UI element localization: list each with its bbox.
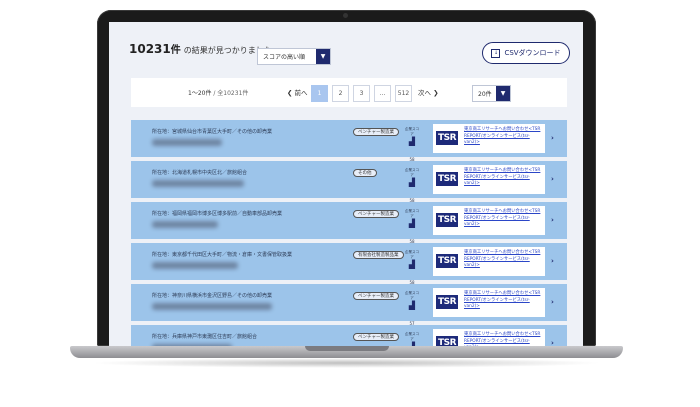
- result-count-number: 10231: [129, 42, 171, 56]
- bar-chart-icon: ▟: [408, 219, 416, 228]
- page-button-last[interactable]: 512: [395, 85, 412, 102]
- score-box: 企業スコア ▟ 58: [404, 127, 420, 165]
- chevron-right-icon[interactable]: ›: [551, 298, 554, 306]
- score-box: 企業スコア ▟ 57: [404, 291, 420, 329]
- next-page-label: 次へ: [418, 89, 431, 97]
- bar-chart-icon: ▟: [408, 260, 416, 269]
- result-row[interactable]: 所在地：宮城県仙台市青葉区大手町／その他の卸売業 ベンチャー製造業 企業スコア …: [131, 120, 567, 162]
- company-address: 所在地：神奈川県横浜市金沢区野島／その他の卸売業: [152, 293, 273, 299]
- score-box: 企業スコア ▟ 58: [404, 168, 420, 206]
- category-badge: ベンチャー製造業: [353, 292, 399, 300]
- laptop-base: [70, 346, 623, 358]
- result-row[interactable]: 所在地：神奈川県横浜市金沢区野島／その他の卸売業 ベンチャー製造業 企業スコア …: [131, 284, 567, 326]
- tsr-link[interactable]: 東京商工リサーチへお問い合わせ<TSR REPORT/オンラインサービス(tsr…: [464, 291, 544, 311]
- category-badge: 有限会社製造製品業: [353, 251, 404, 259]
- bar-chart-icon: ▟: [408, 301, 416, 310]
- range-label: 1〜20件: [188, 90, 212, 97]
- page-ellipsis: …: [374, 85, 391, 102]
- laptop-screen: 10231件 の結果が見つかりました。 スコアの高い順 ▼ ↓ CSVダウンロード…: [109, 22, 583, 346]
- score-box: 企業スコア ▟ 58: [404, 209, 420, 247]
- chevron-right-icon[interactable]: ›: [551, 339, 554, 346]
- page-button-1[interactable]: 1: [311, 85, 328, 102]
- company-address: 所在地：宮城県仙台市青葉区大手町／その他の卸売業: [152, 129, 273, 135]
- chevron-right-icon[interactable]: ›: [551, 175, 554, 183]
- per-page-select[interactable]: 20件 ▼: [472, 85, 511, 102]
- company-address: 所在地：兵庫県神戸市東灘区住吉町／旅館組合: [152, 334, 258, 340]
- category-badge: その他: [353, 169, 377, 177]
- csv-download-label: CSVダウンロード: [504, 49, 561, 57]
- chevron-down-icon: ▼: [316, 49, 330, 64]
- chevron-left-icon: ❮: [287, 89, 293, 97]
- csv-download-button[interactable]: ↓ CSVダウンロード: [482, 42, 570, 64]
- next-page-link[interactable]: 次へ ❯: [418, 87, 439, 97]
- result-row[interactable]: 所在地：福岡県福岡市博多区博多駅前／自動車部品卸売業 ベンチャー製造業 企業スコ…: [131, 202, 567, 244]
- chevron-right-icon: ❯: [433, 89, 439, 97]
- result-range: 1〜20件 / 全10231件: [188, 90, 249, 97]
- score-label: 企業スコア: [405, 332, 419, 341]
- tsr-logo: TSR: [436, 131, 458, 145]
- score-label: 企業スコア: [405, 291, 419, 300]
- page-button-2[interactable]: 2: [332, 85, 349, 102]
- tsr-logo: TSR: [436, 254, 458, 268]
- tsr-card[interactable]: TSR 東京商工リサーチへお問い合わせ<TSR REPORT/オンラインサービス…: [433, 124, 545, 153]
- chevron-right-icon[interactable]: ›: [551, 257, 554, 265]
- tsr-logo: TSR: [436, 336, 458, 346]
- tsr-link[interactable]: 東京商工リサーチへお問い合わせ<TSR REPORT/オンラインサービス(tsr…: [464, 209, 544, 229]
- pagination-bar: 1〜20件 / 全10231件 ❮ 前へ 1 2 3 … 512 次へ ❯ 20…: [131, 78, 567, 107]
- score-box: 企業スコア ▟ 57: [404, 332, 420, 346]
- laptop-notch: [305, 346, 389, 351]
- chevron-right-icon[interactable]: ›: [551, 134, 554, 142]
- prev-page-label: 前へ: [294, 89, 308, 97]
- category-badge: ベンチャー製造業: [353, 128, 399, 136]
- company-name-blurred: [152, 221, 218, 228]
- bar-chart-icon: ▟: [408, 178, 416, 187]
- company-name-blurred: [152, 180, 244, 187]
- company-name-blurred: [152, 262, 238, 269]
- sort-select[interactable]: スコアの高い順 ▼: [257, 48, 331, 65]
- laptop-lid: 10231件 の結果が見つかりました。 スコアの高い順 ▼ ↓ CSVダウンロード…: [97, 10, 596, 346]
- chevron-right-icon[interactable]: ›: [551, 216, 554, 224]
- score-label: 企業スコア: [405, 250, 419, 259]
- total-label: 全10231件: [217, 90, 249, 97]
- category-badge: ベンチャー製造業: [353, 210, 399, 218]
- laptop-shadow: [90, 358, 603, 368]
- per-page-value: 20件: [478, 91, 492, 98]
- tsr-link[interactable]: 東京商工リサーチへお問い合わせ<TSR REPORT/オンラインサービス(tsr…: [464, 127, 544, 147]
- tsr-logo: TSR: [436, 172, 458, 186]
- tsr-logo: TSR: [436, 295, 458, 309]
- result-row[interactable]: 所在地：兵庫県神戸市東灘区住吉町／旅館組合 ベンチャー製造業 企業スコア ▟ 5…: [131, 325, 567, 346]
- company-name-blurred: [152, 139, 222, 146]
- prev-page-link[interactable]: ❮ 前へ: [287, 87, 308, 97]
- score-box: 企業スコア ▟ 58: [404, 250, 420, 288]
- sort-select-value: スコアの高い順: [263, 54, 306, 61]
- score-label: 企業スコア: [405, 127, 419, 136]
- tsr-card[interactable]: TSR 東京商工リサーチへお問い合わせ<TSR REPORT/オンラインサービス…: [433, 288, 545, 317]
- tsr-card[interactable]: TSR 東京商工リサーチへお問い合わせ<TSR REPORT/オンラインサービス…: [433, 329, 545, 346]
- results-list: 所在地：宮城県仙台市青葉区大手町／その他の卸売業 ベンチャー製造業 企業スコア …: [131, 120, 567, 346]
- category-badge: ベンチャー製造業: [353, 333, 399, 341]
- result-count-unit: 件: [170, 45, 181, 56]
- company-name-blurred: [152, 303, 272, 310]
- company-address: 所在地：福岡県福岡市博多区博多駅前／自動車部品卸売業: [152, 211, 283, 217]
- tsr-card[interactable]: TSR 東京商工リサーチへお問い合わせ<TSR REPORT/オンラインサービス…: [433, 206, 545, 235]
- result-row[interactable]: 所在地：東京都千代田区大手町／物流・倉庫・文書保管取扱業 有限会社製造製品業 企…: [131, 243, 567, 285]
- bar-chart-icon: ▟: [408, 137, 416, 146]
- score-label: 企業スコア: [405, 209, 419, 218]
- download-icon: ↓: [491, 48, 501, 58]
- tsr-logo: TSR: [436, 213, 458, 227]
- tsr-card[interactable]: TSR 東京商工リサーチへお問い合わせ<TSR REPORT/オンラインサービス…: [433, 247, 545, 276]
- company-address: 所在地：東京都千代田区大手町／物流・倉庫・文書保管取扱業: [152, 252, 293, 258]
- tsr-link[interactable]: 東京商工リサーチへお問い合わせ<TSR REPORT/オンラインサービス(tsr…: [464, 250, 544, 270]
- score-label: 企業スコア: [405, 168, 419, 177]
- camera-icon: [343, 13, 348, 18]
- tsr-link[interactable]: 東京商工リサーチへお問い合わせ<TSR REPORT/オンラインサービス(tsr…: [464, 332, 544, 346]
- tsr-link[interactable]: 東京商工リサーチへお問い合わせ<TSR REPORT/オンラインサービス(tsr…: [464, 168, 544, 188]
- chevron-down-icon: ▼: [496, 86, 510, 101]
- tsr-card[interactable]: TSR 東京商工リサーチへお問い合わせ<TSR REPORT/オンラインサービス…: [433, 165, 545, 194]
- page-button-3[interactable]: 3: [353, 85, 370, 102]
- company-address: 所在地：北海道札幌市中央区北／旅館組合: [152, 170, 248, 176]
- result-row[interactable]: 所在地：北海道札幌市中央区北／旅館組合 その他 企業スコア ▟ 58 TSR 東…: [131, 161, 567, 203]
